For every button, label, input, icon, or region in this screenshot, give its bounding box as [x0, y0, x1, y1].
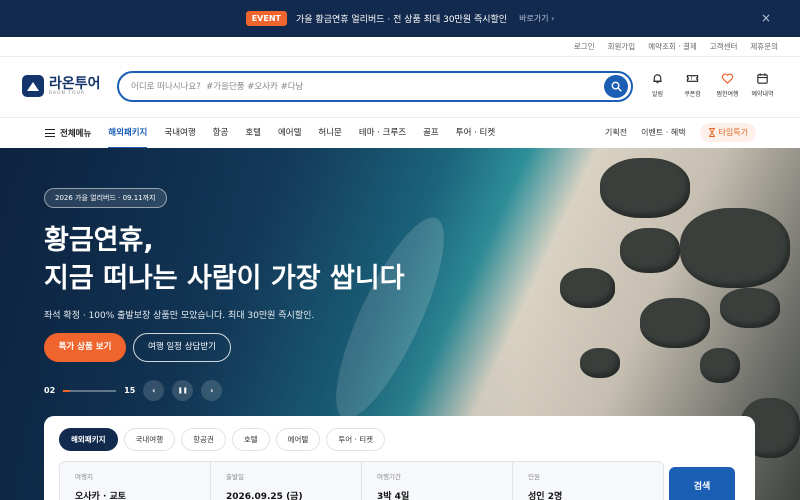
notification-label: 알림 [651, 91, 664, 98]
nav-item-hotels[interactable]: 호텔 [245, 118, 261, 149]
notification-button[interactable]: 알림 [640, 72, 675, 98]
destination-field[interactable]: 여행지 오사카 · 교토 [60, 462, 211, 500]
logo[interactable]: 라온투어 RAON TOUR [22, 75, 101, 97]
bell-icon [653, 74, 662, 84]
tab-tour-ticket[interactable]: 투어 · 티켓 [326, 428, 386, 451]
search-submit-button[interactable]: 검색 [669, 467, 735, 500]
reservations-button[interactable]: 예약내역 [745, 72, 780, 98]
field-value: 2026.09.25 (금) [226, 492, 303, 500]
nav-item-honeymoon[interactable]: 허니문 [318, 118, 341, 149]
partnership-link[interactable]: 제휴문의 [750, 41, 778, 52]
consult-button[interactable]: 여행 일정 상담받기 [133, 333, 231, 362]
slide-controls: 02 15 ‹ ❚❚ › [44, 380, 223, 401]
nav-right: 기획전 이벤트 · 혜택 타임특가 [591, 123, 756, 142]
promo-bar: EVENT 가을 황금연휴 얼리버드 · 전 상품 최대 30만원 즉시할인 바… [0, 0, 800, 37]
field-value: 3박 4일 [377, 492, 410, 500]
booking-lookup-link[interactable]: 예약조회 · 결제 [648, 41, 697, 52]
heart-icon [721, 73, 734, 84]
calendar-icon [757, 73, 768, 84]
slide-total: 15 [124, 386, 136, 395]
plan-link[interactable]: 기획전 [605, 127, 627, 138]
rock-shape [640, 298, 710, 348]
field-label: 출발일 [226, 473, 244, 481]
wishlist-button[interactable]: 찜한여행 [710, 72, 745, 98]
wishlist-label: 찜한여행 [716, 91, 739, 98]
duration-field[interactable]: 여행기간 3박 4일 [362, 462, 513, 500]
hamburger-icon [45, 129, 55, 137]
hero-title-line2: 지금 떠나는 사람이 가장 쌉니다 [44, 263, 405, 294]
tab-airtel[interactable]: 에어텔 [275, 428, 321, 451]
search-input[interactable] [131, 79, 601, 95]
prev-slide-button[interactable]: ‹ [143, 380, 165, 401]
signup-link[interactable]: 회원가입 [608, 41, 636, 52]
tab-overseas-package[interactable]: 해외패키지 [59, 428, 118, 451]
customer-center-link[interactable]: 고객센터 [710, 41, 738, 52]
chevron-right-icon: › [210, 386, 214, 395]
tab-flights[interactable]: 항공권 [181, 428, 226, 451]
nav-item-flights[interactable]: 항공 [213, 118, 229, 149]
nav-item-golf[interactable]: 골프 [423, 118, 439, 149]
rock-shape [560, 268, 615, 308]
field-value: 오사카 · 교토 [75, 492, 127, 500]
nav-item-domestic[interactable]: 국내여행 [164, 118, 195, 149]
search-fields: 여행지 오사카 · 교토 출발일 2026.09.25 (금) 여행기간 3박 … [59, 461, 664, 500]
hero-subtitle: 좌석 확정 · 100% 출발보장 상품만 모았습니다. 최대 30만원 즉시할… [44, 311, 315, 321]
close-icon[interactable]: × [761, 11, 771, 25]
field-label: 여행기간 [377, 473, 401, 481]
search-tabs: 해외패키지 국내여행 항공권 호텔 에어텔 투어 · 티켓 [59, 428, 391, 451]
travelers-field[interactable]: 인원 성인 2명 [513, 462, 663, 500]
login-link[interactable]: 로그인 [574, 41, 595, 52]
logo-name: 라온투어 [49, 75, 101, 92]
pause-icon: ❚❚ [177, 387, 188, 394]
header-icons: 알림 쿠폰함 찜한여행 예약내역 [640, 72, 780, 98]
rock-shape [700, 348, 740, 383]
slide-progress [63, 389, 117, 392]
pause-button[interactable]: ❚❚ [172, 380, 194, 401]
tab-domestic[interactable]: 국내여행 [123, 428, 176, 451]
timedeal-label: 타임특가 [718, 128, 748, 137]
coupon-button[interactable]: 쿠폰함 [675, 72, 710, 98]
search-bar [117, 71, 633, 102]
ticket-icon [686, 75, 699, 82]
logo-mark-icon [22, 75, 44, 97]
slide-current: 02 [44, 386, 56, 395]
nav-item-tour-ticket[interactable]: 투어 · 티켓 [456, 118, 495, 149]
rock-shape [680, 208, 790, 288]
coupon-label: 쿠폰함 [684, 91, 701, 98]
hourglass-icon [708, 128, 715, 137]
search-icon [611, 81, 622, 92]
nav-item-overseas-package[interactable]: 해외패키지 [108, 118, 148, 149]
hero-title: 황금연휴, 지금 떠나는 사람이 가장 쌉니다 [44, 222, 405, 298]
next-slide-button[interactable]: › [201, 380, 223, 401]
chevron-left-icon: ‹ [152, 386, 156, 395]
reservations-label: 예약내역 [751, 91, 774, 98]
departure-date-field[interactable]: 출발일 2026.09.25 (금) [211, 462, 362, 500]
utility-links: 로그인 회원가입 예약조회 · 결제 고객센터 제휴문의 [0, 37, 800, 57]
all-menu-label: 전체메뉴 [60, 129, 92, 139]
hero-badge: 2026 가을 얼리버드 · 09.11까지 [44, 188, 167, 208]
events-link[interactable]: 이벤트 · 혜택 [641, 127, 685, 138]
all-menu-button[interactable]: 전체메뉴 [45, 127, 91, 139]
hero-title-line1: 황금연휴, [44, 225, 154, 256]
promo-text: 가을 황금연휴 얼리버드 · 전 상품 최대 30만원 즉시할인 [296, 15, 508, 25]
rock-shape [720, 288, 780, 328]
trip-search-panel: 해외패키지 국내여행 항공권 호텔 에어텔 투어 · 티켓 여행지 오사카 · … [44, 416, 755, 500]
field-label: 여행지 [75, 473, 93, 481]
tab-hotels[interactable]: 호텔 [231, 428, 270, 451]
nav-item-airtel[interactable]: 에어텔 [278, 118, 301, 149]
slide-progress-fill [63, 389, 71, 392]
header: 라온투어 RAON TOUR 알림 쿠폰함 찜한여행 예약내역 [0, 57, 800, 117]
rock-shape [580, 348, 620, 378]
rock-shape [600, 158, 690, 218]
deal-products-button[interactable]: 특가 상품 보기 [44, 333, 126, 362]
search-button[interactable] [604, 75, 628, 98]
field-label: 인원 [528, 473, 540, 481]
event-badge: EVENT [245, 11, 287, 26]
timedeal-button[interactable]: 타임특가 [699, 123, 756, 142]
nav-item-theme-cruise[interactable]: 테마 · 크루즈 [359, 118, 406, 149]
main-nav: 전체메뉴 해외패키지 국내여행 항공 호텔 에어텔 허니문 테마 · 크루즈 골… [0, 117, 800, 149]
rock-shape [620, 228, 680, 273]
field-value: 성인 2명 [528, 492, 563, 500]
promo-link[interactable]: 바로가기 › [519, 13, 554, 24]
